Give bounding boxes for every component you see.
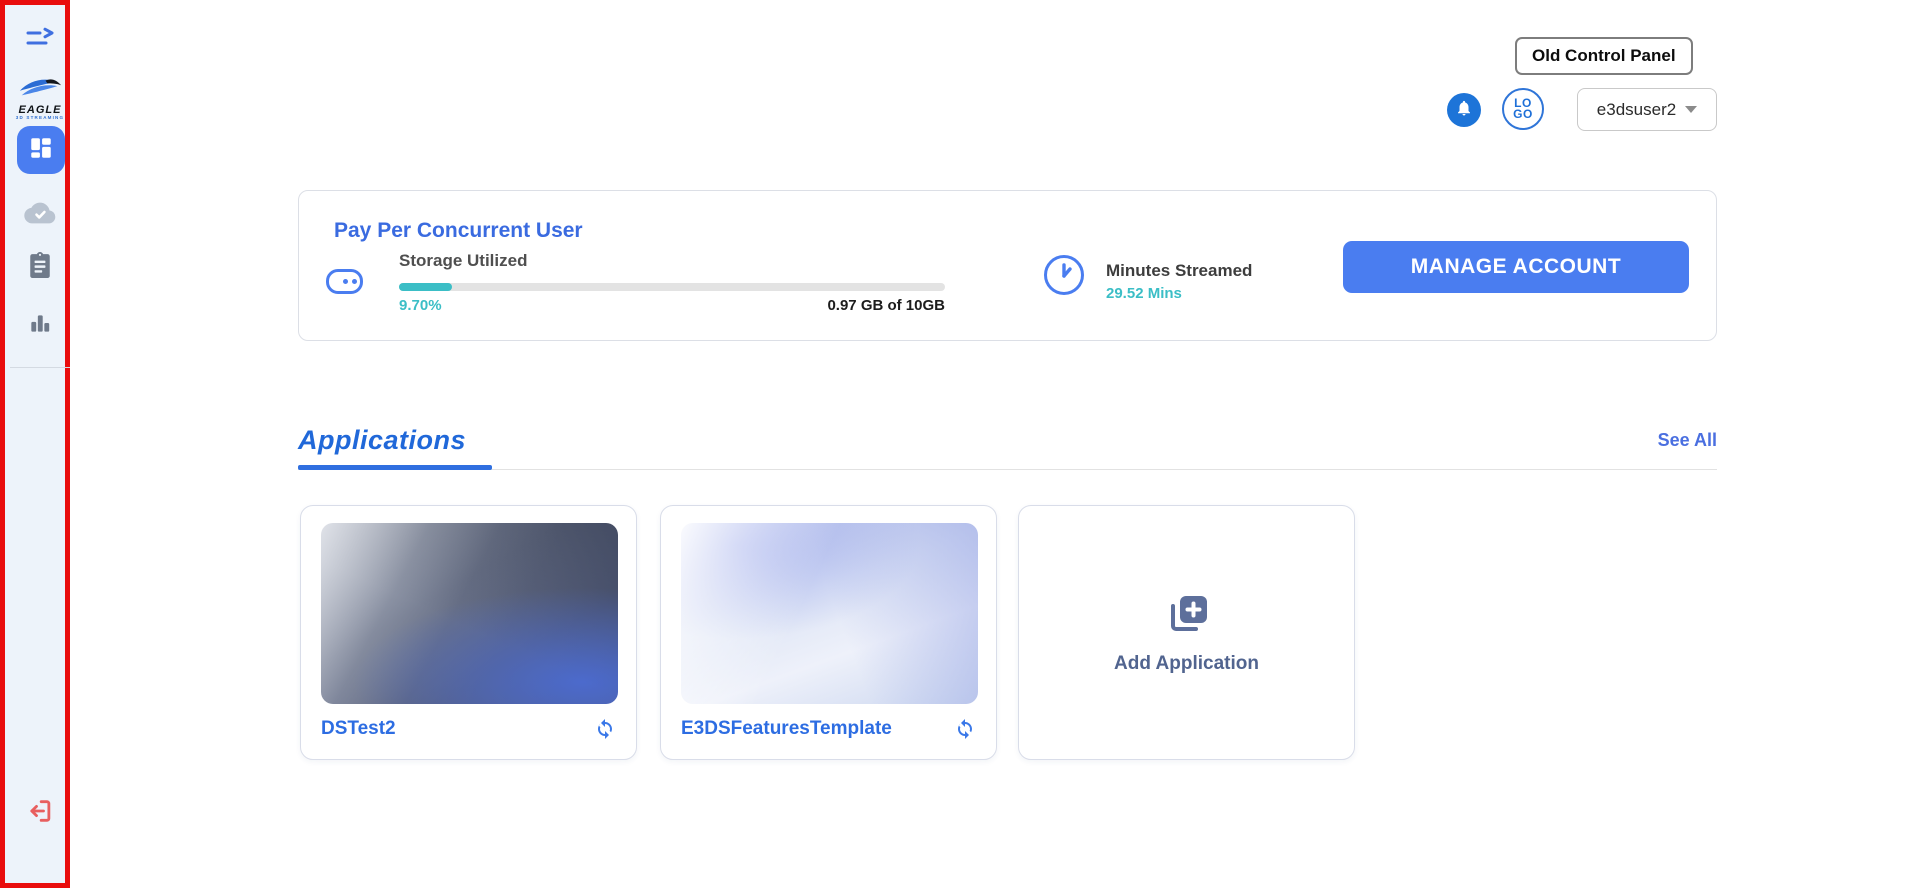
add-application-label: Add Application — [1114, 653, 1259, 675]
eagle-logo-title: EAGLE — [19, 105, 62, 115]
cloud-check-icon — [24, 200, 56, 231]
application-thumbnail[interactable] — [321, 523, 618, 704]
application-name-label[interactable]: E3DSFeaturesTemplate — [681, 718, 892, 740]
storage-amount-label: 0.97 GB of 10GB — [745, 297, 945, 314]
sidebar-annotation-highlight: EAGLE 3D STREAMING — [0, 0, 70, 888]
plan-title: Pay Per Concurrent User — [334, 219, 583, 243]
notifications-button[interactable] — [1447, 93, 1481, 127]
logo-badge-text-bottom: GO — [1513, 109, 1533, 120]
storage-icon — [326, 269, 363, 294]
application-card-e3dsfeaturestemplate[interactable]: E3DSFeaturesTemplate — [660, 505, 997, 760]
manage-account-button[interactable]: MANAGE ACCOUNT — [1343, 241, 1689, 293]
clipboard-icon — [27, 250, 53, 285]
logout-icon — [26, 797, 54, 830]
refresh-icon — [593, 716, 617, 743]
eagle-swoosh-icon — [18, 76, 62, 105]
application-thumbnail[interactable] — [681, 523, 978, 704]
add-application-icon — [1163, 590, 1211, 643]
sidebar-item-cloud-sync[interactable] — [10, 198, 70, 232]
storage-progress-fill — [399, 283, 452, 291]
clock-icon — [1044, 255, 1084, 295]
sidebar-logout-button[interactable] — [10, 796, 70, 830]
minutes-streamed-value: 29.52 Mins — [1106, 285, 1182, 302]
storage-utilized-label: Storage Utilized — [399, 251, 527, 271]
applications-section-title: Applications — [298, 425, 466, 456]
applications-divider — [298, 469, 1717, 470]
add-application-card[interactable]: Add Application — [1018, 505, 1355, 760]
bell-icon — [1455, 99, 1473, 122]
user-account-dropdown[interactable]: e3dsuser2 — [1577, 88, 1717, 131]
sidebar-divider — [10, 367, 70, 368]
bar-chart-icon — [27, 310, 53, 341]
minutes-streamed-label: Minutes Streamed — [1106, 261, 1252, 281]
dashboard-page: EAGLE 3D STREAMING — [0, 0, 1918, 888]
sidebar: EAGLE 3D STREAMING — [10, 10, 70, 888]
eagle-logo[interactable]: EAGLE 3D STREAMING — [10, 70, 70, 126]
storage-percent-label: 9.70% — [399, 297, 442, 314]
account-plan-card: Pay Per Concurrent User Storage Utilized… — [298, 190, 1717, 341]
chevron-down-icon — [1685, 106, 1697, 113]
sidebar-item-usage-stats[interactable] — [10, 308, 70, 342]
eagle-logo-subtitle: 3D STREAMING — [16, 115, 64, 121]
sidebar-item-dashboard[interactable] — [17, 126, 65, 174]
refresh-application-button[interactable] — [592, 716, 618, 742]
old-control-panel-button[interactable]: Old Control Panel — [1515, 37, 1693, 75]
menu-expand-icon — [25, 26, 55, 55]
refresh-application-button[interactable] — [952, 716, 978, 742]
brand-logo-badge[interactable]: LO GO — [1502, 88, 1544, 130]
sidebar-menu-toggle-button[interactable] — [10, 22, 70, 58]
refresh-icon — [953, 716, 977, 743]
application-name-label[interactable]: DSTest2 — [321, 718, 396, 740]
username-label: e3dsuser2 — [1597, 100, 1676, 120]
storage-progress-bar — [399, 283, 945, 291]
applications-tab-underline — [298, 465, 492, 470]
sidebar-item-tasks[interactable] — [10, 250, 70, 284]
application-card-dstest2[interactable]: DSTest2 — [300, 505, 637, 760]
dashboard-grid-icon — [28, 135, 54, 166]
see-all-link[interactable]: See All — [1613, 430, 1717, 451]
